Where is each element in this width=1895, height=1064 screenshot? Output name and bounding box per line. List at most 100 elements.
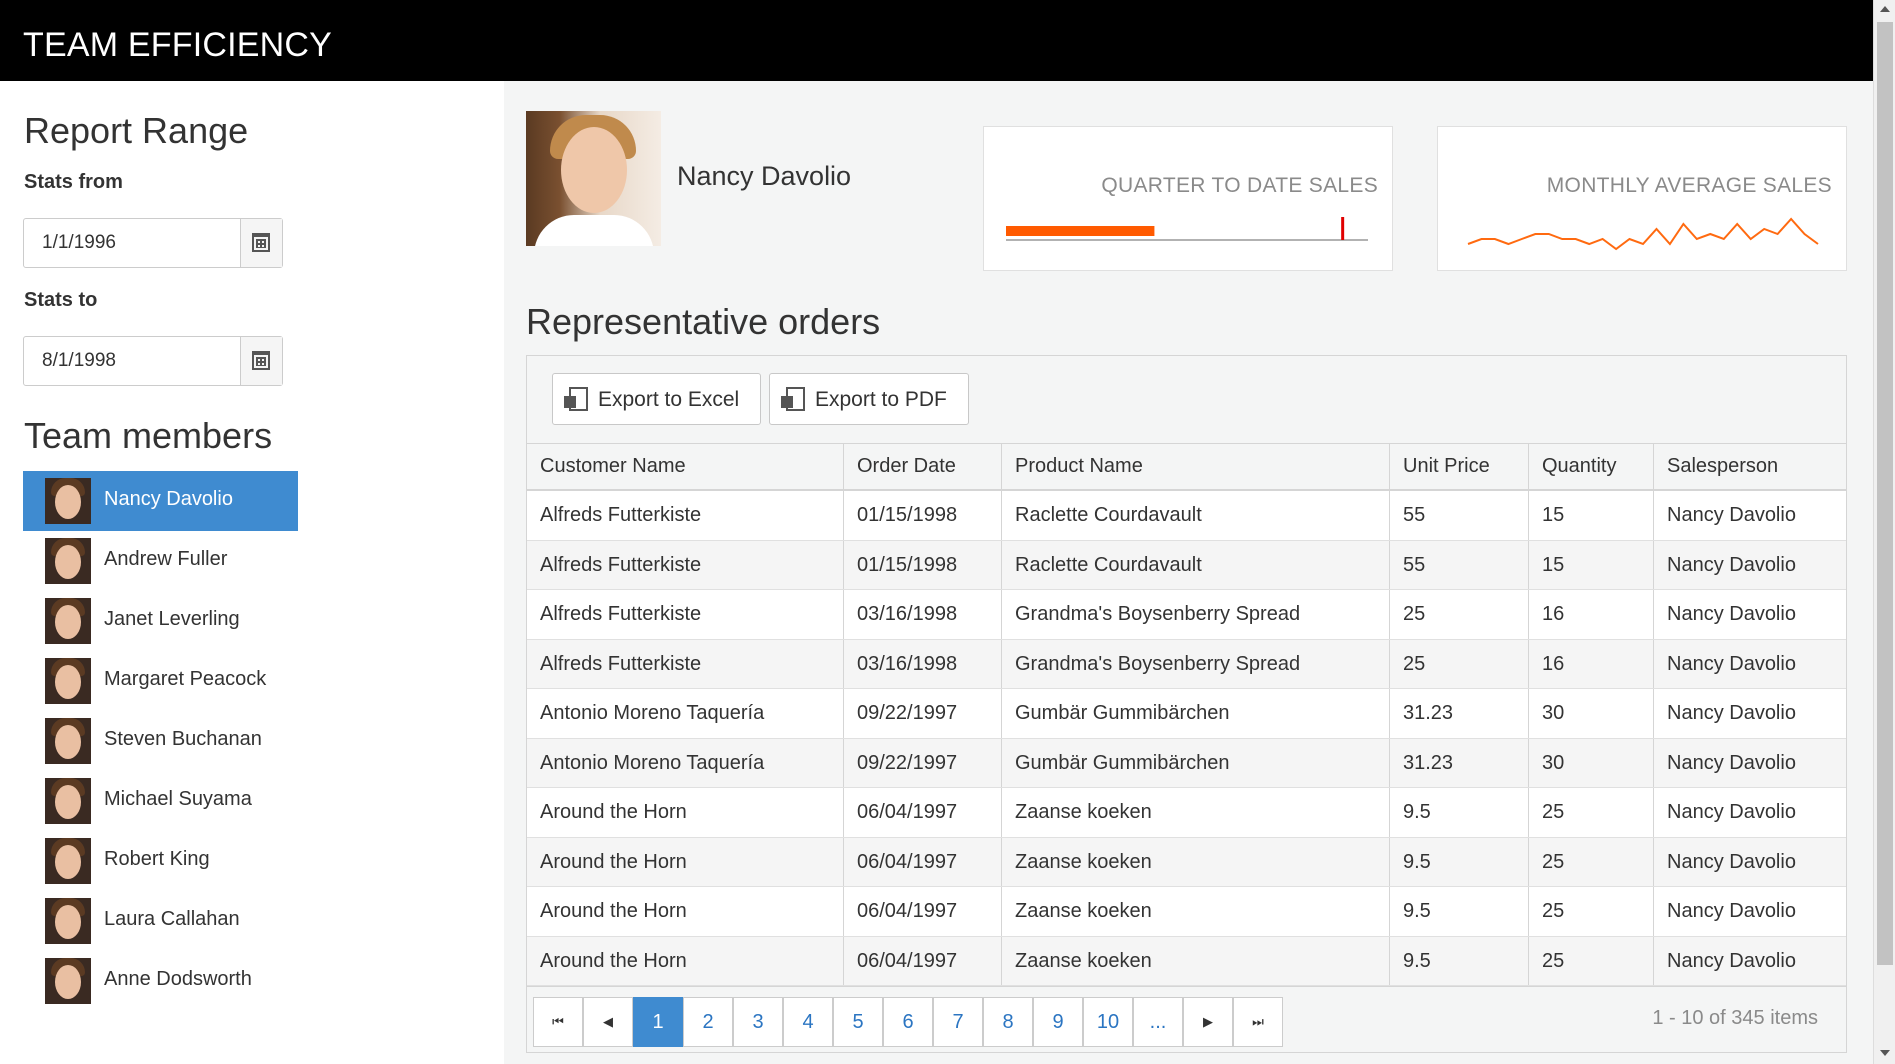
table-cell: 9.5 [1389, 837, 1528, 886]
scrollbar-thumb[interactable] [1877, 22, 1893, 965]
table-row[interactable]: Around the Horn 06/04/1997 Zaanse koeken 9.… [527, 837, 1846, 887]
table-cell: Nancy Davolio [1653, 837, 1846, 886]
table-row[interactable]: Antonio Moreno Taquería 09/22/1997 Gumbär … [527, 738, 1846, 788]
column-header[interactable]: Customer Name [527, 444, 843, 489]
table-cell: 25 [1389, 639, 1528, 688]
team-member-item[interactable]: Andrew Fuller [23, 531, 298, 591]
export-pdf-label: Export to PDF [815, 388, 947, 411]
table-cell: Nancy Davolio [1653, 590, 1846, 639]
team-member-item[interactable]: Janet Leverling [23, 591, 298, 651]
export-excel-label: Export to Excel [598, 388, 740, 411]
page-button[interactable]: 6 [883, 997, 933, 1047]
page-button[interactable]: 7 [933, 997, 983, 1047]
member-avatar [45, 538, 91, 584]
grid-body: Alfreds Futterkiste 01/15/1998 Raclette Co… [527, 491, 1846, 986]
quarter-sales-bullet-chart [1006, 217, 1368, 241]
table-cell: Around the Horn [540, 900, 687, 922]
member-name: Janet Leverling [104, 608, 240, 630]
table-cell: Alfreds Futterkiste [540, 553, 702, 576]
excel-file-icon [564, 387, 588, 411]
table-row[interactable]: Around the Horn 06/04/1997 Zaanse koeken 9.… [527, 788, 1846, 838]
page-button[interactable]: 3 [733, 997, 783, 1047]
table-cell: 30 [1528, 689, 1653, 738]
team-member-item[interactable]: Margaret Peacock [23, 651, 298, 711]
stats-from-datepicker[interactable]: 1/1/1996 [23, 218, 283, 268]
column-header[interactable]: Salesperson [1653, 444, 1846, 489]
table-cell: Zaanse koeken [1001, 837, 1389, 886]
table-cell: 15 [1528, 540, 1653, 589]
grid-pager: 1 - 10 of 345 items ⏮ ◀ 1 2 3 4 5 6 7 8 9 10... ▶ ⏭ [527, 986, 1846, 1052]
table-cell: 01/15/1998 [843, 491, 1001, 540]
table-cell: 9.5 [1389, 788, 1528, 837]
member-name: Margaret Peacock [104, 668, 267, 690]
page-button[interactable]: 1 [633, 997, 683, 1047]
table-cell: Nancy Davolio [1653, 887, 1846, 936]
member-avatar [45, 478, 91, 524]
page-button[interactable]: 5 [833, 997, 883, 1047]
stats-from-label: Stats from [24, 171, 123, 193]
team-member-item[interactable]: Michael Suyama [23, 771, 298, 831]
table-cell: Antonio Moreno Taquería [540, 751, 765, 774]
table-row[interactable]: Alfreds Futterkiste 03/16/1998 Grandma's B… [527, 590, 1846, 640]
table-cell: 16 [1528, 590, 1653, 639]
stats-from-calendar-button[interactable] [240, 219, 282, 267]
member-name: Laura Callahan [104, 908, 240, 930]
export-pdf-button[interactable]: Export to PDF [769, 373, 969, 425]
team-member-item[interactable]: Nancy Davolio [23, 471, 298, 531]
scroll-up-icon[interactable] [1880, 6, 1890, 12]
stats-to-label: Stats to [24, 289, 98, 311]
table-cell: Nancy Davolio [1653, 738, 1846, 787]
report-range-title: Report Range [24, 110, 249, 151]
table-row[interactable]: Alfreds Futterkiste 01/15/1998 Raclette Co… [527, 491, 1846, 541]
stats-to-input[interactable]: 8/1/1998 [42, 350, 116, 372]
stats-to-datepicker[interactable]: 8/1/1998 [23, 336, 283, 386]
table-cell: Gumbär Gummibärchen [1001, 689, 1389, 738]
column-header[interactable]: Unit Price [1389, 444, 1528, 489]
page-button[interactable]: 4 [783, 997, 833, 1047]
team-member-item[interactable]: Steven Buchanan [23, 711, 298, 771]
table-row[interactable]: Antonio Moreno Taquería 09/22/1997 Gumbär … [527, 689, 1846, 739]
last-page-icon[interactable]: ⏭ [1233, 997, 1283, 1047]
table-cell: 06/04/1997 [843, 788, 1001, 837]
page-scrollbar[interactable] [1873, 0, 1895, 1064]
page-button[interactable]: 10 [1083, 997, 1133, 1047]
table-cell: 03/16/1998 [843, 639, 1001, 688]
stats-from-input[interactable]: 1/1/1996 [42, 232, 116, 254]
bullet-value-bar [1006, 226, 1155, 236]
table-cell: Raclette Courdavault [1001, 491, 1389, 540]
table-cell: Antonio Moreno Taquería [540, 702, 765, 724]
more-pages-button[interactable]: ... [1133, 997, 1183, 1047]
export-excel-button[interactable]: Export to Excel [552, 373, 761, 425]
team-member-item[interactable]: Anne Dodsworth [23, 951, 298, 1011]
next-page-icon[interactable]: ▶ [1183, 997, 1233, 1047]
pdf-file-icon [781, 387, 805, 411]
table-cell: Gumbär Gummibärchen [1001, 738, 1389, 787]
member-name: Nancy Davolio [104, 488, 233, 510]
column-header[interactable]: Quantity [1528, 444, 1653, 489]
team-member-item[interactable]: Laura Callahan [23, 891, 298, 951]
table-row[interactable]: Alfreds Futterkiste 01/15/1998 Raclette Co… [527, 540, 1846, 590]
table-cell: Nancy Davolio [1653, 540, 1846, 589]
table-row[interactable]: Around the Horn 06/04/1997 Zaanse koeken 9.… [527, 887, 1846, 937]
column-header[interactable]: Order Date [843, 444, 1001, 489]
member-name: Steven Buchanan [104, 728, 262, 750]
stats-to-calendar-button[interactable] [240, 337, 282, 385]
page-button[interactable]: 8 [983, 997, 1033, 1047]
table-row[interactable]: Around the Horn 06/04/1997 Zaanse koeken 9.… [527, 936, 1846, 986]
table-row[interactable]: Alfreds Futterkiste 03/16/1998 Grandma's B… [527, 639, 1846, 689]
page-button[interactable]: 9 [1033, 997, 1083, 1047]
scroll-down-icon[interactable] [1880, 1050, 1890, 1056]
column-header[interactable]: Product Name [1001, 444, 1389, 489]
monthly-sales-sparkline [1467, 217, 1819, 251]
first-page-icon[interactable]: ⏮ [533, 997, 583, 1047]
table-cell: Nancy Davolio [1653, 689, 1846, 738]
table-cell: 25 [1528, 887, 1653, 936]
calendar-icon [252, 351, 270, 370]
team-member-item[interactable]: Robert King [23, 831, 298, 891]
table-cell: Around the Horn [540, 801, 687, 823]
page-button[interactable]: 2 [683, 997, 733, 1047]
app-header: TEAM EFFICIENCY [0, 0, 1873, 81]
prev-page-icon[interactable]: ◀ [583, 997, 633, 1047]
member-name: Anne Dodsworth [104, 968, 252, 990]
table-cell: 16 [1528, 639, 1653, 688]
